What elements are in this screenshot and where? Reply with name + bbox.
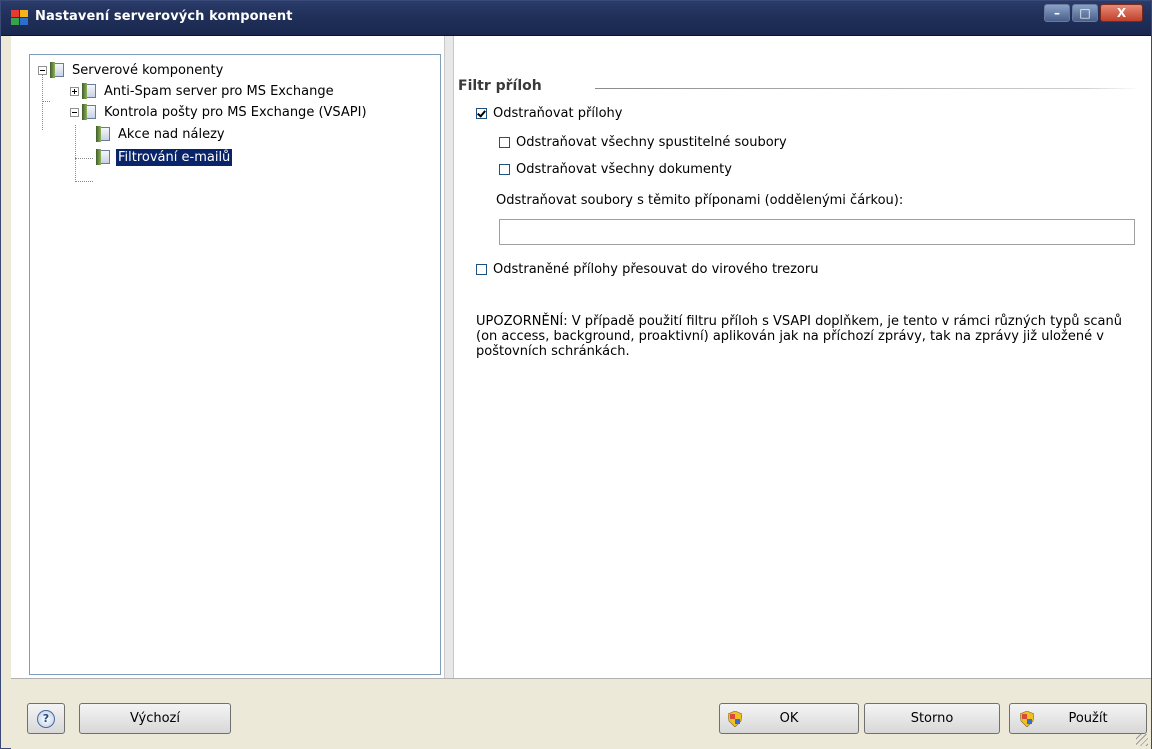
ok-button-label: OK — [779, 711, 799, 726]
warning-note: UPOZORNĚNÍ: V případě použití filtru pří… — [476, 314, 1122, 359]
close-icon: X — [1116, 6, 1127, 20]
tree-item-vsapi[interactable]: Kontrola pošty pro MS Exchange (VSAPI) — [70, 103, 369, 121]
window-title: Nastavení serverových komponent — [35, 9, 293, 24]
help-icon: ? — [37, 709, 55, 728]
help-button[interactable]: ? — [27, 703, 65, 734]
tree-item-label: Filtrování e-mailů — [116, 148, 233, 166]
remove-executables-option[interactable]: Odstraňovat všechny spustitelné soubory — [499, 135, 787, 150]
component-icon — [50, 62, 66, 78]
tree-connector — [75, 125, 76, 182]
tree-item-label: Kontrola pošty pro MS Exchange (VSAPI) — [104, 104, 367, 120]
remove-documents-label: Odstraňovat všechny dokumenty — [516, 162, 732, 177]
move-to-vault-checkbox[interactable] — [476, 264, 487, 275]
remove-documents-checkbox[interactable] — [499, 164, 510, 175]
tree-item-root[interactable]: Serverové komponenty — [38, 61, 225, 79]
tree-item-label: Akce nad nálezy — [118, 126, 225, 142]
ok-button[interactable]: OK — [719, 703, 859, 734]
maximize-button[interactable]: □ — [1072, 4, 1098, 22]
tree-connector — [75, 181, 93, 182]
tree-item-email-filtering[interactable]: Filtrování e-mailů — [96, 148, 233, 166]
remove-attachments-label: Odstraňovat přílohy — [493, 106, 623, 121]
move-to-vault-label: Odstraněné přílohy přesouvat do virového… — [493, 262, 819, 277]
resize-grip[interactable] — [1136, 734, 1148, 746]
remove-attachments-option[interactable]: Odstraňovat přílohy — [476, 106, 622, 121]
cancel-button[interactable]: Storno — [864, 703, 1000, 734]
remove-executables-label: Odstraňovat všechny spustitelné soubory — [516, 135, 787, 150]
title-bar[interactable]: Nastavení serverových komponent – □ X — [1, 1, 1151, 36]
panel-splitter[interactable] — [444, 36, 454, 678]
component-icon — [82, 104, 98, 120]
shield-icon — [728, 711, 742, 727]
move-to-vault-option[interactable]: Odstraněné přílohy přesouvat do virového… — [476, 262, 818, 277]
close-button[interactable]: X — [1100, 4, 1143, 22]
component-icon — [82, 83, 98, 99]
section-divider — [595, 88, 1141, 89]
extensions-input[interactable] — [499, 219, 1135, 245]
minimize-icon: – — [1054, 6, 1060, 20]
component-icon — [96, 149, 112, 165]
tree-connector — [42, 101, 50, 102]
tree-item-anti-spam[interactable]: Anti-Spam server pro MS Exchange — [70, 82, 336, 100]
remove-documents-option[interactable]: Odstraňovat všechny dokumenty — [499, 162, 732, 177]
apply-button[interactable]: Použít — [1009, 703, 1147, 734]
content-area: Serverové komponenty Anti-Spam server pr… — [11, 36, 1151, 678]
tree-item-label: Anti-Spam server pro MS Exchange — [104, 83, 334, 99]
tree-item-label: Serverové komponenty — [72, 62, 224, 78]
expand-icon[interactable] — [70, 86, 79, 96]
default-button[interactable]: Výchozí — [79, 703, 231, 734]
default-button-label: Výchozí — [129, 711, 180, 726]
tree-connector — [75, 158, 93, 159]
extensions-label: Odstraňovat soubory s těmito příponami (… — [496, 193, 904, 208]
remove-executables-checkbox[interactable] — [499, 137, 510, 148]
cancel-button-label: Storno — [910, 711, 954, 726]
component-tree[interactable]: Serverové komponenty Anti-Spam server pr… — [29, 54, 441, 675]
maximize-icon: □ — [1079, 6, 1091, 20]
button-bar: ? Výchozí OK Storno Použít — [11, 678, 1151, 749]
minimize-button[interactable]: – — [1044, 4, 1070, 22]
remove-attachments-checkbox[interactable] — [476, 108, 487, 119]
section-title: Filtr příloh — [458, 78, 542, 94]
collapse-icon[interactable] — [38, 65, 47, 75]
apply-button-label: Použít — [1068, 711, 1108, 726]
component-icon — [96, 126, 112, 142]
collapse-icon[interactable] — [70, 107, 79, 117]
avg-logo-icon — [11, 10, 28, 25]
tree-connector — [42, 75, 43, 130]
settings-window: Nastavení serverových komponent – □ X Se… — [0, 0, 1152, 749]
tree-item-actions[interactable]: Akce nad nálezy — [96, 125, 227, 143]
shield-icon — [1020, 711, 1034, 727]
